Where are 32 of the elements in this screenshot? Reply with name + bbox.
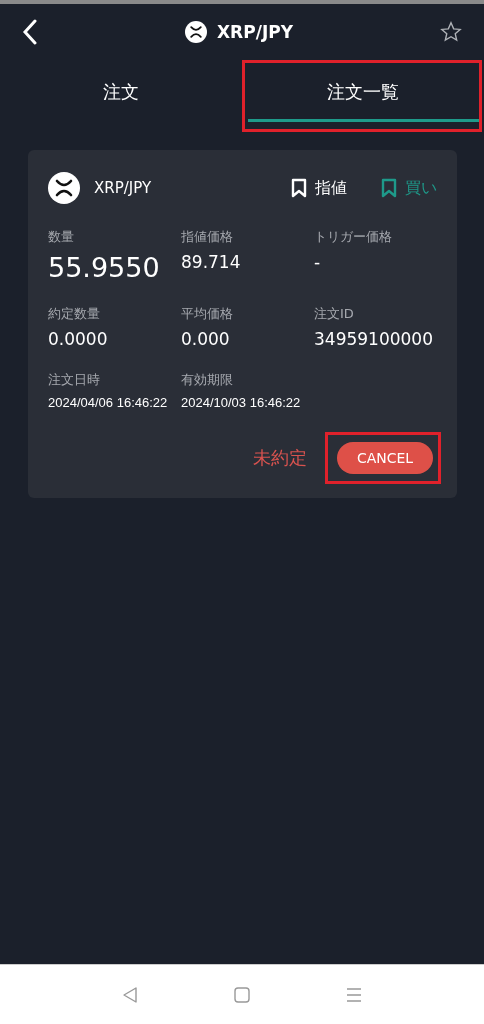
field-value: 0.0000 [48, 329, 109, 349]
order-side: 買い [405, 177, 437, 199]
order-status: 未約定 [253, 446, 307, 470]
field-label: 指値価格 [181, 228, 234, 246]
back-icon[interactable] [22, 19, 38, 45]
menu-icon[interactable] [345, 985, 363, 1004]
pair-title: XRP/JPY [217, 22, 293, 42]
order-type: 指値 [315, 177, 347, 199]
field-label: 有効期限 [181, 371, 234, 389]
field-value: 2024/10/03 16:46:22 [181, 395, 302, 410]
home-icon[interactable] [233, 985, 251, 1004]
field-value: 34959100000 [314, 329, 434, 349]
field-label: 約定数量 [48, 305, 101, 323]
star-icon[interactable] [440, 21, 462, 43]
field-value: 2024/04/06 16:46:22 [48, 395, 169, 410]
field-label: 注文ID [314, 305, 355, 323]
coin-icon [185, 21, 207, 43]
tab[interactable]: 注文一覧 [242, 60, 484, 132]
pair-name: XRP/JPY [94, 179, 153, 197]
bookmark-icon [381, 178, 397, 198]
field-value: - [314, 252, 322, 272]
cancel-button[interactable]: CANCEL [337, 442, 433, 474]
bookmark-icon [291, 178, 307, 198]
tab[interactable]: 注文 [0, 60, 242, 132]
field-label: 平均価格 [181, 305, 234, 323]
field-value: 55.9550 [48, 252, 161, 283]
field-value: 89.714 [181, 252, 242, 272]
field-label: トリガー価格 [314, 228, 393, 246]
coin-icon [48, 172, 80, 204]
field-label: 注文日時 [48, 371, 101, 389]
field-value: 0.000 [181, 329, 231, 349]
field-label: 数量 [48, 228, 75, 246]
